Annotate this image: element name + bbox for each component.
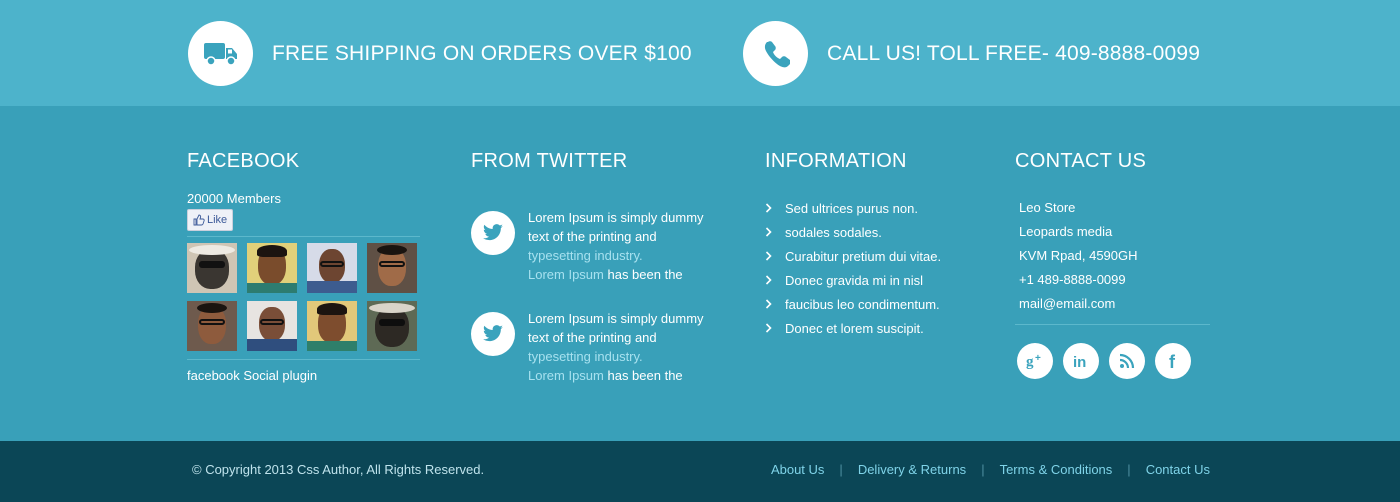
tweet-link[interactable]: typesetting industry.	[528, 248, 643, 263]
chevron-right-icon	[765, 299, 772, 309]
free-shipping-promo: FREE SHIPPING ON ORDERS OVER $100	[188, 21, 692, 86]
svg-text:in: in	[1073, 354, 1086, 369]
social-links: g + in f	[1015, 343, 1210, 379]
call-us-text: CALL US! TOLL FREE- 409-8888-0099	[827, 41, 1201, 65]
call-us-promo: CALL US! TOLL FREE- 409-8888-0099	[743, 21, 1200, 86]
google-plus-icon[interactable]: g +	[1017, 343, 1053, 379]
information-link-label: sodales sodales.	[785, 224, 882, 240]
information-link[interactable]: sodales sodales.	[765, 220, 985, 244]
tweet-body: Lorem Ipsum is simply dummy text of the …	[528, 311, 704, 345]
contact-heading: CONTACT US	[1015, 150, 1147, 172]
tweet-text: Lorem Ipsum is simply dummy text of the …	[528, 309, 708, 385]
truck-icon	[188, 21, 253, 86]
footer-link-divider: |	[981, 462, 985, 477]
fan-avatar[interactable]	[307, 243, 357, 293]
contact-store-name: Leo Store	[1019, 200, 1076, 215]
tweet-body: Lorem Ipsum is simply dummy text of the …	[528, 210, 704, 244]
footer-link-terms-conditions[interactable]: Terms & Conditions	[1000, 462, 1113, 477]
twitter-bird-icon	[471, 211, 515, 255]
svg-text:g: g	[1026, 354, 1034, 370]
phone-icon	[743, 21, 808, 86]
information-link[interactable]: Curabitur pretium dui vitae.	[765, 244, 985, 268]
facebook-like-button[interactable]: Like	[187, 209, 234, 231]
facebook-heading: FACEBOOK	[187, 150, 300, 172]
contact-email[interactable]: mail@email.com	[1019, 292, 1210, 316]
contact-details: Leo Store Leopards media KVM Rpad, 4590G…	[1015, 196, 1210, 316]
tweet-text: Lorem Ipsum is simply dummy text of the …	[528, 208, 708, 284]
footer-bottom-bar: © Copyright 2013 Css Author, All Rights …	[0, 441, 1400, 502]
fan-avatar[interactable]	[307, 301, 357, 351]
facebook-like-label: Like	[207, 214, 228, 226]
linkedin-icon[interactable]: in	[1063, 343, 1099, 379]
chevron-right-icon	[765, 227, 772, 237]
contact-divider	[1015, 324, 1210, 325]
footer-main: FACEBOOK 20000 Members Like facebook Soc…	[0, 106, 1400, 441]
twitter-heading: FROM TWITTER	[471, 150, 628, 172]
rss-icon[interactable]	[1109, 343, 1145, 379]
tweet-item: Lorem Ipsum is simply dummy text of the …	[471, 309, 708, 385]
contact-column: CONTACT US Leo Store Leopards media KVM …	[1015, 150, 1210, 379]
tweet-link[interactable]: typesetting industry.	[528, 349, 643, 364]
fan-avatar[interactable]	[187, 243, 237, 293]
information-heading: INFORMATION	[765, 150, 907, 172]
chevron-right-icon	[765, 251, 772, 261]
tweet-item: Lorem Ipsum is simply dummy text of the …	[471, 208, 708, 284]
footer-link-about-us[interactable]: About Us	[771, 462, 824, 477]
information-link[interactable]: Donec gravida mi in nisl	[765, 268, 985, 292]
fan-avatar[interactable]	[367, 243, 417, 293]
contact-address: KVM Rpad, 4590GH	[1019, 248, 1138, 263]
footer-link-divider: |	[839, 462, 843, 477]
information-link-label: faucibus leo condimentum.	[785, 296, 940, 312]
top-promo-bar: FREE SHIPPING ON ORDERS OVER $100 CALL U…	[0, 0, 1400, 106]
twitter-bird-icon	[471, 312, 515, 356]
information-link-label: Sed ultrices purus non.	[785, 200, 918, 216]
twitter-column: FROM TWITTER Lorem Ipsum is simply dummy…	[471, 150, 711, 420]
chevron-right-icon	[765, 275, 772, 285]
fan-avatar[interactable]	[247, 301, 297, 351]
svg-text:+: +	[1035, 353, 1041, 364]
tweet-tail: has been the	[603, 267, 683, 282]
facebook-fan-avatars	[187, 236, 420, 360]
footer-link-divider: |	[1127, 462, 1131, 477]
fan-avatar[interactable]	[187, 301, 237, 351]
tweet-link[interactable]: Lorem Ipsum	[528, 368, 604, 383]
contact-phone: +1 489-8888-0099	[1019, 272, 1126, 287]
facebook-column: FACEBOOK 20000 Members Like facebook Soc…	[187, 150, 420, 383]
information-link-label: Donec et lorem suscipit.	[785, 320, 924, 336]
thumbs-up-icon	[193, 214, 205, 226]
copyright-text: © Copyright 2013 Css Author, All Rights …	[192, 462, 485, 477]
facebook-members-count: 20000 Members	[187, 191, 281, 206]
svg-text:f: f	[1169, 352, 1176, 370]
information-link-label: Curabitur pretium dui vitae.	[785, 248, 942, 264]
footer-links: About Us | Delivery & Returns | Terms & …	[771, 462, 1210, 477]
information-column: INFORMATION Sed ultrices purus non. soda…	[765, 150, 985, 340]
information-link[interactable]: faucibus leo condimentum.	[765, 292, 985, 316]
contact-company: Leopards media	[1019, 224, 1113, 239]
chevron-right-icon	[765, 203, 772, 213]
footer-link-contact-us[interactable]: Contact Us	[1146, 462, 1210, 477]
information-link-label: Donec gravida mi in nisl	[785, 272, 924, 288]
fan-avatar[interactable]	[247, 243, 297, 293]
information-link[interactable]: Sed ultrices purus non.	[765, 196, 985, 220]
tweet-tail: has been the	[603, 368, 683, 383]
information-link[interactable]: Donec et lorem suscipit.	[765, 316, 985, 340]
free-shipping-text: FREE SHIPPING ON ORDERS OVER $100	[272, 41, 692, 65]
facebook-social-plugin-label: facebook Social plugin	[187, 368, 318, 383]
footer-link-delivery-returns[interactable]: Delivery & Returns	[858, 462, 966, 477]
chevron-right-icon	[765, 323, 772, 333]
fan-avatar[interactable]	[367, 301, 417, 351]
tweet-link[interactable]: Lorem Ipsum	[528, 267, 604, 282]
facebook-icon[interactable]: f	[1155, 343, 1191, 379]
information-links: Sed ultrices purus non. sodales sodales.…	[765, 196, 985, 340]
